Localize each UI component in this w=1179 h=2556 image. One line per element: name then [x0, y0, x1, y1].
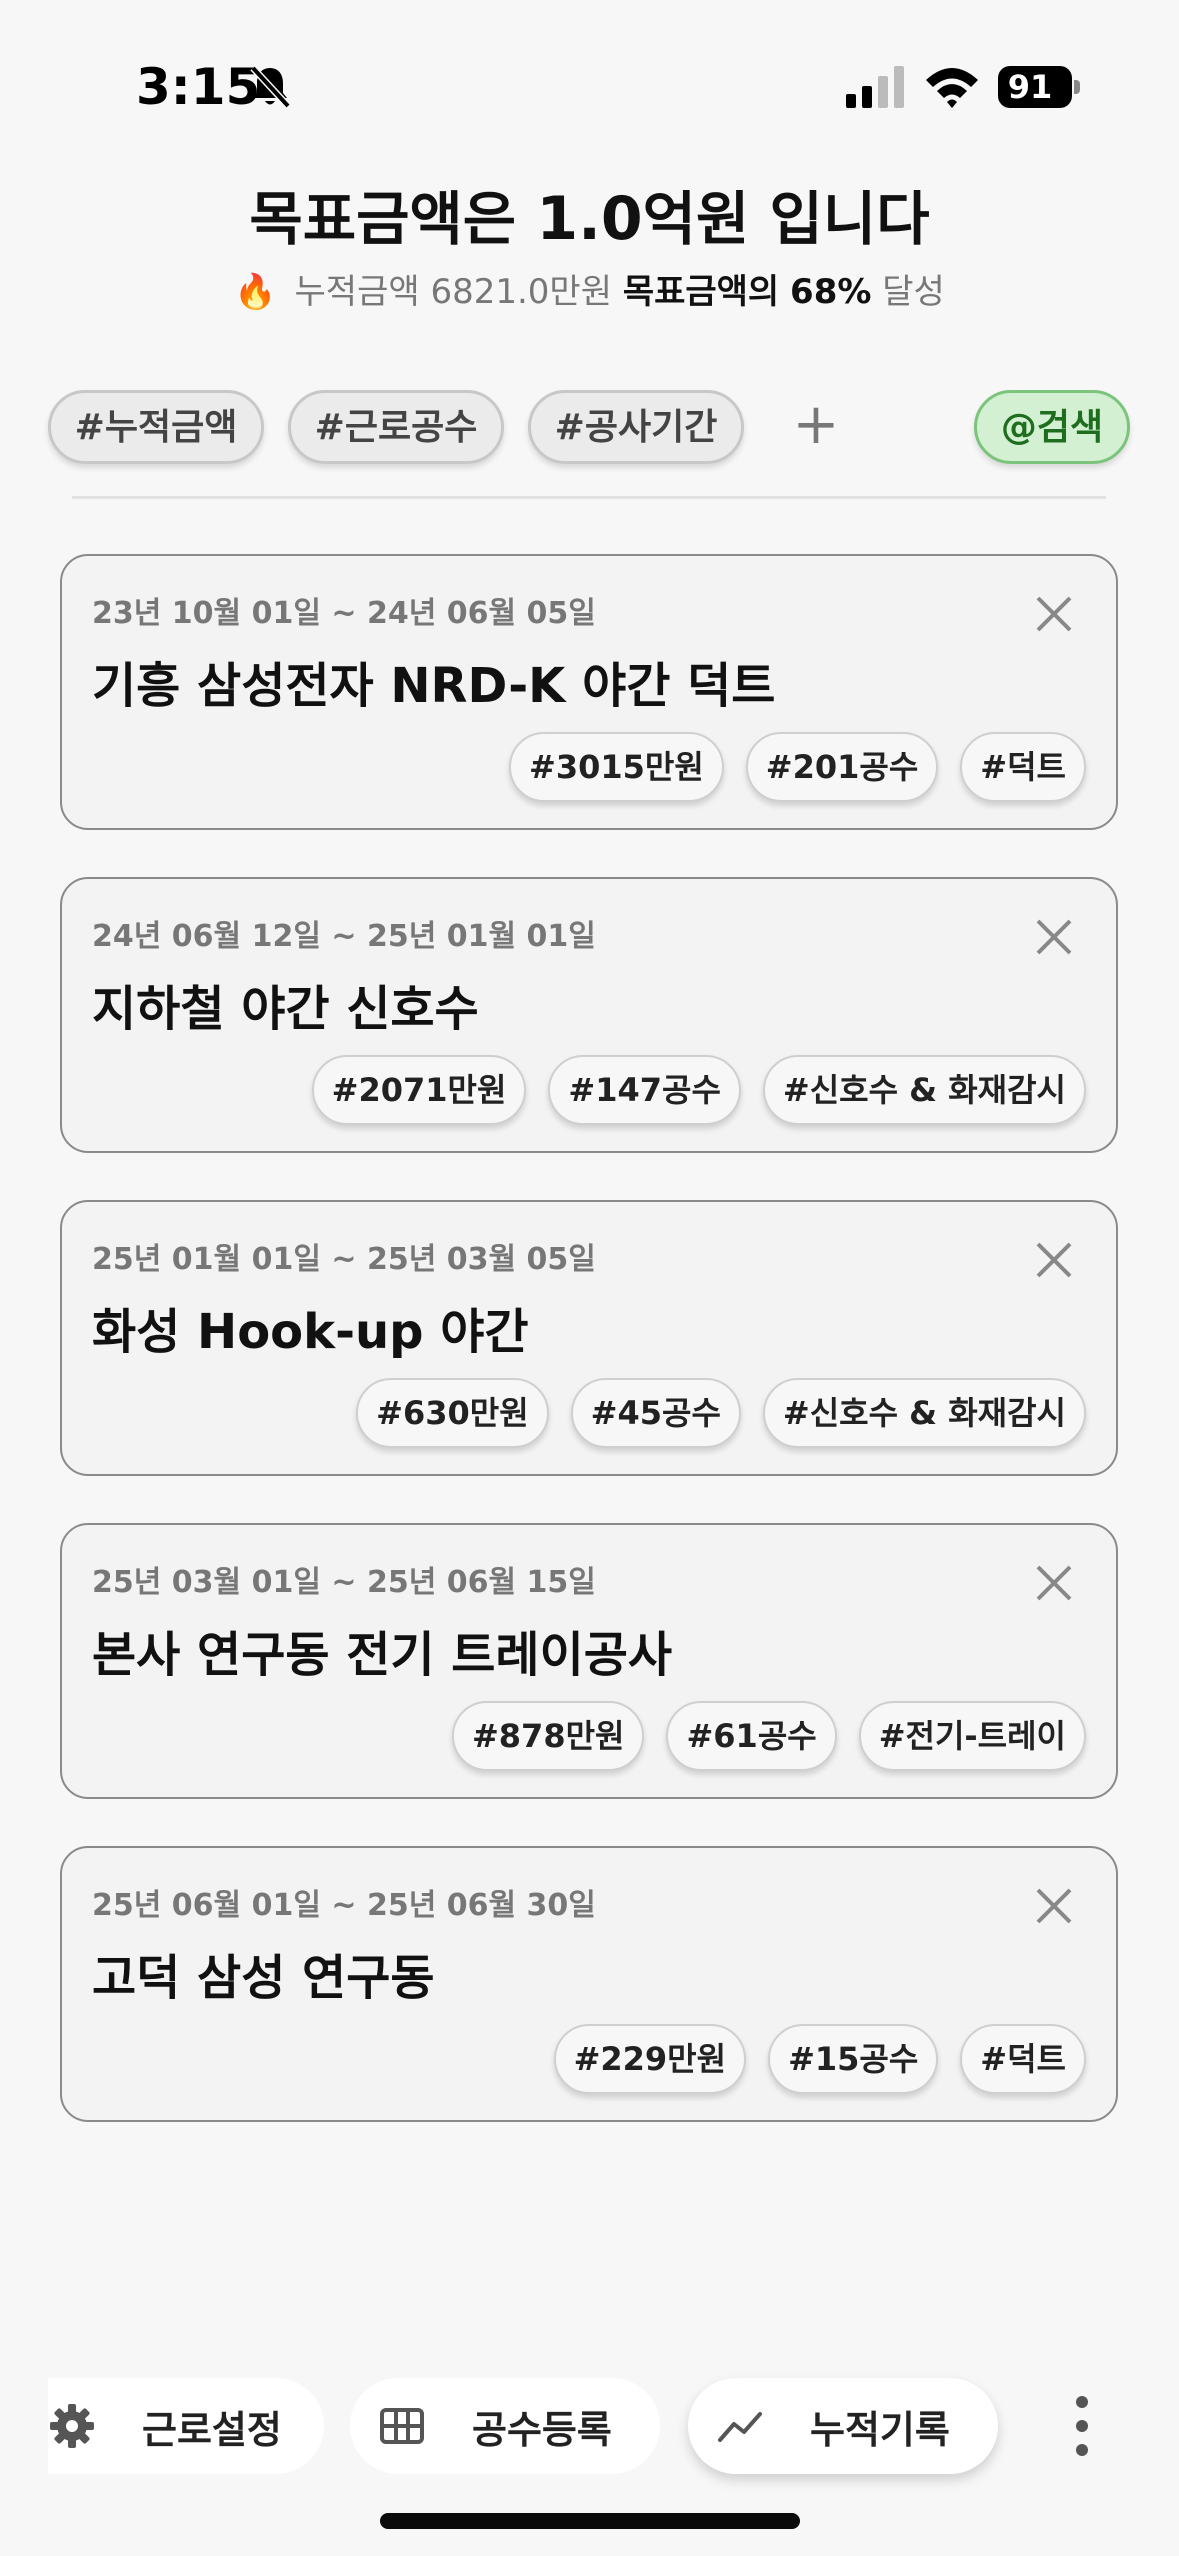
tag-category[interactable]: #신호수 & 화재감시	[762, 1378, 1086, 1448]
gear-icon	[50, 2404, 94, 2448]
grid-icon	[380, 2408, 424, 2444]
register-label: 공수등록	[472, 2407, 612, 2452]
project-card[interactable]: 25년 06월 01일 ~ 25년 06월 30일 고덕 삼성 연구동 #229…	[60, 1846, 1118, 2122]
goal-title: 목표금액은 1.0억원 입니다	[0, 172, 1179, 256]
project-period: 23년 10월 01일 ~ 24년 06월 05일	[92, 596, 596, 631]
goal-prefix: 목표금액은	[249, 185, 537, 253]
close-icon[interactable]	[1032, 1238, 1076, 1282]
cumulative-amount: 누적금액 6821.0만원	[294, 272, 612, 312]
status-time: 3:15	[136, 58, 261, 116]
close-icon[interactable]	[1032, 1561, 1076, 1605]
tag-category[interactable]: #덕트	[960, 732, 1086, 802]
chip-work-count[interactable]: #근로공수	[288, 390, 504, 464]
tag-amount[interactable]: #3015만원	[509, 732, 724, 802]
register-button[interactable]: 공수등록	[350, 2378, 660, 2474]
settings-label: 근로설정	[142, 2407, 282, 2452]
tag-amount[interactable]: #878만원	[451, 1701, 645, 1771]
project-period: 24년 06월 12일 ~ 25년 01월 01일	[92, 919, 596, 954]
divider	[72, 496, 1106, 499]
tag-amount[interactable]: #229만원	[553, 2024, 747, 2094]
tag-work-count[interactable]: #201공수	[745, 732, 939, 802]
battery-icon: 91	[998, 66, 1080, 108]
settings-button[interactable]: 근로설정	[48, 2378, 324, 2474]
bottom-nav: 근로설정 공수등록 누적기록	[0, 2370, 1179, 2480]
project-tags: #229만원 #15공수 #덕트	[553, 2024, 1086, 2094]
bell-off-icon	[250, 65, 291, 109]
project-period: 25년 01월 01일 ~ 25년 03월 05일	[92, 1242, 596, 1277]
trend-line-icon	[718, 2412, 762, 2442]
close-icon[interactable]	[1032, 592, 1076, 636]
tag-amount[interactable]: #630만원	[356, 1378, 549, 1448]
project-tags: #878만원 #61공수 #전기-트레이	[451, 1701, 1086, 1771]
records-button[interactable]: 누적기록	[688, 2378, 998, 2474]
add-chip-button[interactable]: +	[786, 390, 846, 464]
achievement-percent: 68%	[790, 272, 872, 312]
battery-level: 91	[1007, 68, 1053, 106]
signal-icon	[846, 66, 904, 108]
records-label: 누적기록	[810, 2407, 950, 2452]
project-title: 기흥 삼성전자 NRD-K 야간 덕트	[92, 658, 776, 714]
more-vertical-icon[interactable]	[1070, 2390, 1094, 2462]
project-period: 25년 06월 01일 ~ 25년 06월 30일	[92, 1888, 596, 1923]
project-title: 화성 Hook-up 야간	[92, 1304, 529, 1360]
fire-icon: 🔥	[234, 272, 277, 312]
tag-category[interactable]: #덕트	[960, 2024, 1086, 2094]
close-icon[interactable]	[1032, 1884, 1076, 1928]
chip-work-period[interactable]: #공사기간	[528, 390, 744, 464]
goal-suffix: 억원 입니다	[642, 185, 930, 253]
tag-work-count[interactable]: #15공수	[768, 2024, 939, 2094]
project-title: 지하철 야간 신호수	[92, 981, 479, 1037]
project-tags: #3015만원 #201공수 #덕트	[509, 732, 1086, 802]
project-period: 25년 03월 01일 ~ 25년 06월 15일	[92, 1565, 596, 1600]
project-card[interactable]: 25년 01월 01일 ~ 25년 03월 05일 화성 Hook-up 야간 …	[60, 1200, 1118, 1476]
tag-work-count[interactable]: #45공수	[570, 1378, 741, 1448]
home-indicator	[380, 2513, 800, 2529]
achievement-label: 목표금액의	[622, 272, 780, 312]
achievement-suffix: 달성	[882, 272, 945, 312]
goal-amount: 1.0	[536, 184, 643, 254]
project-title: 본사 연구동 전기 트레이공사	[92, 1627, 673, 1683]
tag-amount[interactable]: #2071만원	[311, 1055, 527, 1125]
tag-work-count[interactable]: #61공수	[666, 1701, 837, 1771]
project-title: 고덕 삼성 연구동	[92, 1950, 435, 2006]
project-card[interactable]: 23년 10월 01일 ~ 24년 06월 05일 기흥 삼성전자 NRD-K …	[60, 554, 1118, 830]
goal-progress: 🔥 누적금액 6821.0만원 목표금액의 68% 달성	[0, 264, 1179, 313]
project-card[interactable]: 24년 06월 12일 ~ 25년 01월 01일 지하철 야간 신호수 #20…	[60, 877, 1118, 1153]
chip-cumulative-amount[interactable]: #누적금액	[48, 390, 264, 464]
project-tags: #2071만원 #147공수 #신호수 & 화재감시	[311, 1055, 1086, 1125]
tag-work-count[interactable]: #147공수	[548, 1055, 741, 1125]
wifi-icon	[926, 68, 978, 108]
search-chip[interactable]: @검색	[974, 390, 1130, 464]
status-bar: 3:15 91	[0, 0, 1179, 150]
tag-category[interactable]: #신호수 & 화재감시	[762, 1055, 1086, 1125]
close-icon[interactable]	[1032, 915, 1076, 959]
project-card[interactable]: 25년 03월 01일 ~ 25년 06월 15일 본사 연구동 전기 트레이공…	[60, 1523, 1118, 1799]
project-tags: #630만원 #45공수 #신호수 & 화재감시	[356, 1378, 1086, 1448]
tag-category[interactable]: #전기-트레이	[858, 1701, 1086, 1771]
filter-chips: #누적금액 #근로공수 #공사기간 + @검색	[48, 390, 1132, 468]
